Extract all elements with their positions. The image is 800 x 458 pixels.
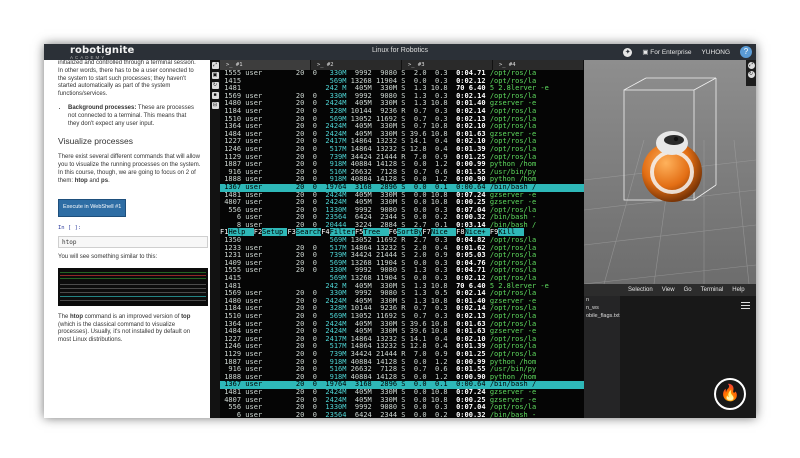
para1-cmd-ps: ps (101, 177, 109, 184)
process-cpu-mem: 0.0 0.2 (409, 410, 452, 418)
para3-htop: htop (70, 313, 84, 320)
process-shr: 2344 (371, 410, 402, 418)
menu-help[interactable]: Help (732, 284, 744, 296)
menu-view[interactable]: View (662, 284, 675, 296)
htop-screenshot-image (58, 267, 208, 306)
process-state: S (401, 410, 410, 418)
user-name[interactable]: YUHONG (701, 49, 730, 56)
process-row[interactable]: 8 user 20 0 20444 3224 2884 S 2.7 0.1 0:… (220, 220, 584, 230)
terminal-tabs: >_ #1 >_ #2 >_ #3 >_ #4 (220, 60, 584, 70)
tab-terminal-3[interactable]: >_ #3 (402, 60, 493, 70)
process-virt: 23564 (321, 410, 347, 418)
process-row[interactable]: 6 user 20 0 23564 6424 2344 S 0.0 0.2 0:… (220, 410, 584, 418)
split-icon[interactable]: ⊟ (211, 102, 219, 109)
tab-terminal-2[interactable]: >_ #2 (311, 60, 402, 70)
process-pid: 8 (220, 220, 246, 229)
app-window: robotignite ACADEMY Linux for Robotics ✦… (44, 44, 756, 418)
para1-and: and (87, 177, 102, 184)
process-res: 3224 (346, 220, 372, 229)
code-cell[interactable]: htop (58, 235, 208, 248)
process-command: /bin/bash - (489, 410, 537, 418)
notes-para-2: You will see something similar to this: (58, 253, 158, 260)
fire-logo-icon: 🔥 (714, 378, 746, 410)
para3-top: top (181, 313, 191, 320)
bullet-background-processes: Background processes: These are processe… (68, 105, 196, 128)
process-cpu-mem: 2.7 0.1 (409, 220, 452, 229)
gazebo-simulation-view[interactable]: ⤢ ↻ (584, 60, 756, 284)
enterprise-label: For Enterprise (650, 49, 692, 56)
process-time: 0:03.14 (451, 220, 490, 229)
process-shr: 2884 (371, 220, 402, 229)
htop-terminal[interactable]: 1555 user 20 0 330M 9992 9080 S 2.0 0.3 … (220, 70, 584, 418)
enterprise-link[interactable]: ▣ For Enterprise (642, 48, 691, 56)
process-priority: 20 0 (279, 410, 322, 418)
notes-para-1: There exist several different commands t… (58, 154, 202, 185)
panel-tool-dock: ⤢ ▣ ↻ ■ ⊟ (210, 60, 220, 418)
top-right-controls: ✦ ▣ For Enterprise YUHONG ? (623, 46, 752, 58)
process-time: 0:00.32 (451, 410, 490, 418)
graphical-tools-window: Selection View Go Terminal Help n n_ws o… (584, 284, 756, 418)
process-user: user (245, 410, 280, 418)
file-item[interactable]: obile_flags.txt (584, 312, 620, 320)
tab-terminal-4[interactable]: >_ #4 (493, 60, 584, 70)
tab-terminal-1[interactable]: >_ #1 (220, 60, 311, 70)
notes-bullets: Background processes: These are processe… (44, 105, 210, 128)
para1-end: . (108, 177, 110, 184)
para1-cmd-htop: htop (74, 177, 88, 184)
sim-refresh-icon[interactable]: ↻ (747, 71, 755, 78)
file-item[interactable]: n_ws (584, 304, 620, 312)
execute-webshell-button[interactable]: Execute in WebShell #1 (58, 199, 127, 218)
para3-d: (which is the classical command to visua… (58, 321, 191, 344)
menu-selection[interactable]: Selection (628, 284, 653, 296)
notes-para-3: The htop command is an improved version … (58, 314, 202, 345)
process-virt: 20444 (321, 220, 347, 229)
stop-icon[interactable]: ■ (211, 92, 219, 99)
refresh-icon[interactable]: ↻ (211, 82, 219, 89)
para3-c: command is an improved version of (83, 313, 182, 320)
fullscreen-icon[interactable]: ▣ (211, 72, 219, 79)
process-priority: 20 0 (279, 220, 322, 229)
file-item[interactable]: n (584, 296, 620, 304)
course-notes-panel: initialized and controlled through a ter… (44, 60, 210, 418)
process-res: 6424 (346, 410, 372, 418)
menu-go[interactable]: Go (684, 284, 692, 296)
simulation-scene (584, 77, 756, 284)
bullet-title: Background processes: (68, 104, 137, 111)
menu-terminal[interactable]: Terminal (701, 284, 724, 296)
top-bar: robotignite ACADEMY Linux for Robotics ✦… (44, 44, 756, 60)
process-command: /bin/bash / (489, 220, 537, 229)
expand-icon[interactable]: ⤢ (211, 62, 219, 69)
cell-prompt: In [ ]: (58, 225, 82, 232)
file-explorer: n n_ws obile_flags.txt (584, 296, 620, 418)
sim-expand-icon[interactable]: ⤢ (747, 62, 755, 69)
settings-icon[interactable]: ✦ (623, 47, 633, 57)
desktop-menu-bar: Selection View Go Terminal Help (584, 284, 756, 296)
para3-a: The (58, 313, 71, 320)
hamburger-menu-icon[interactable] (741, 300, 750, 311)
sim-tools: ⤢ ↻ (746, 60, 756, 86)
section-title: Visualize processes (58, 136, 133, 147)
notes-intro: initialized and controlled through a ter… (58, 60, 196, 98)
process-user: user (245, 220, 280, 229)
process-pid: 6 (220, 410, 246, 418)
process-state: S (401, 220, 410, 229)
help-avatar-button[interactable]: ? (740, 46, 752, 58)
